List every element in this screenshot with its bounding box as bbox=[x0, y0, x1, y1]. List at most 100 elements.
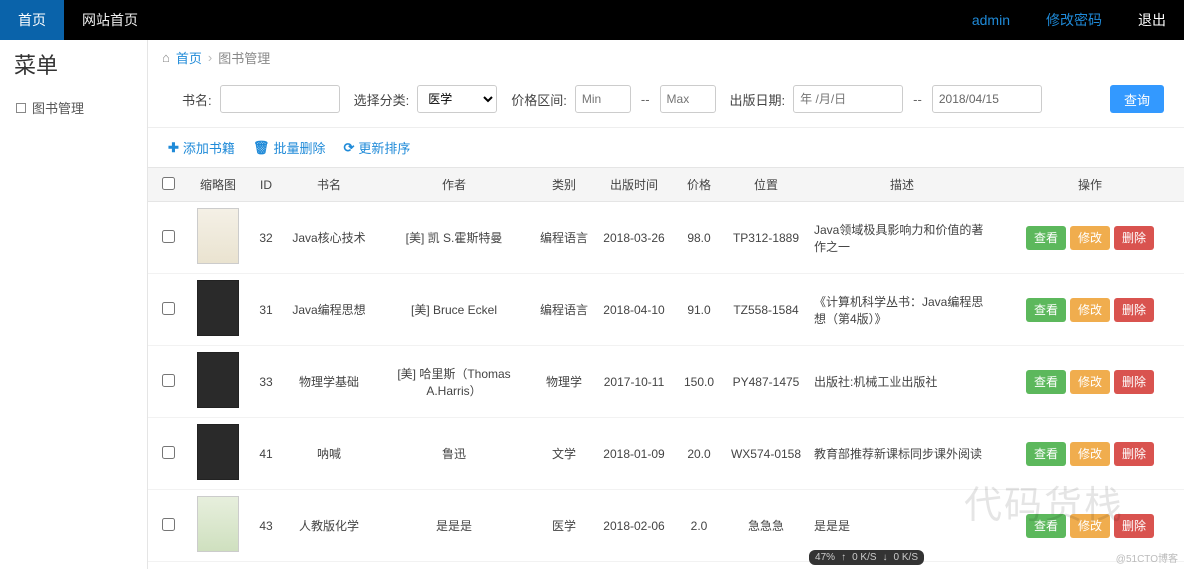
input-date-from[interactable] bbox=[793, 85, 903, 113]
row-checkbox[interactable] bbox=[162, 518, 175, 531]
breadcrumb-current: 图书管理 bbox=[218, 48, 270, 67]
table-row: 32Java核心技术[美] 凯 S.霍斯特曼编程语言2018-03-2698.0… bbox=[148, 202, 1184, 274]
nav-username[interactable]: admin bbox=[954, 0, 1028, 40]
row-checkbox[interactable] bbox=[162, 374, 175, 387]
input-bookname[interactable] bbox=[220, 85, 340, 113]
cell-price: 91.0 bbox=[674, 274, 724, 346]
cell-desc: 出版社:机械工业出版社 bbox=[808, 346, 996, 418]
thumbnail bbox=[197, 424, 239, 480]
footer-mark: @51CTO博客 bbox=[1116, 550, 1178, 565]
col-name: 书名 bbox=[284, 168, 374, 202]
cell-desc: 《计算机科学丛书：Java编程思想（第4版）》 bbox=[808, 274, 996, 346]
nav-site-home[interactable]: 网站首页 bbox=[64, 0, 156, 40]
network-badge: 47%↑0 K/S↓0 K/S bbox=[809, 550, 924, 565]
top-nav: 首页 网站首页 admin 修改密码 退出 bbox=[0, 0, 1184, 40]
sidebar: 菜单 图书管理 bbox=[0, 40, 148, 569]
cell-category: 医学 bbox=[534, 490, 594, 562]
cell-author: 是是是 bbox=[374, 490, 534, 562]
breadcrumb-home[interactable]: 首页 bbox=[176, 48, 202, 67]
cell-name: Java编程思想 bbox=[284, 274, 374, 346]
sidebar-item-books[interactable]: 图书管理 bbox=[0, 90, 147, 125]
col-desc: 描述 bbox=[808, 168, 996, 202]
books-table: 缩略图 ID 书名 作者 类别 出版时间 价格 位置 描述 操作 32Java核… bbox=[148, 167, 1184, 562]
cell-price: 98.0 bbox=[674, 202, 724, 274]
label-category: 选择分类: bbox=[354, 90, 410, 109]
cell-pubdate: 2018-02-06 bbox=[594, 490, 674, 562]
view-button[interactable]: 查看 bbox=[1026, 370, 1066, 394]
filter-bar: 书名: 选择分类: 医学 价格区间: -- 出版日期: -- 查询 bbox=[148, 75, 1184, 128]
cell-location: TP312-1889 bbox=[724, 202, 808, 274]
cell-location: PY487-1475 bbox=[724, 346, 808, 418]
cell-id: 33 bbox=[248, 346, 284, 418]
select-all-checkbox[interactable] bbox=[162, 177, 175, 190]
cell-pubdate: 2018-04-10 bbox=[594, 274, 674, 346]
edit-button[interactable]: 修改 bbox=[1070, 514, 1110, 538]
cell-id: 41 bbox=[248, 418, 284, 490]
square-icon bbox=[16, 103, 26, 113]
delete-button[interactable]: 删除 bbox=[1114, 370, 1154, 394]
action-bar: ✚添加书籍 🗑批量删除 ⟳更新排序 bbox=[148, 128, 1184, 167]
view-button[interactable]: 查看 bbox=[1026, 226, 1066, 250]
nav-home[interactable]: 首页 bbox=[0, 0, 64, 40]
select-category[interactable]: 医学 bbox=[417, 85, 497, 113]
row-checkbox[interactable] bbox=[162, 446, 175, 459]
delete-button[interactable]: 删除 bbox=[1114, 226, 1154, 250]
col-category: 类别 bbox=[534, 168, 594, 202]
add-book-link[interactable]: ✚添加书籍 bbox=[168, 138, 235, 157]
sidebar-title: 菜单 bbox=[0, 40, 147, 90]
input-price-max[interactable] bbox=[660, 85, 716, 113]
table-header-row: 缩略图 ID 书名 作者 类别 出版时间 价格 位置 描述 操作 bbox=[148, 168, 1184, 202]
col-id: ID bbox=[248, 168, 284, 202]
col-author: 作者 bbox=[374, 168, 534, 202]
plus-icon: ✚ bbox=[168, 140, 179, 156]
cell-price: 20.0 bbox=[674, 418, 724, 490]
input-date-to[interactable] bbox=[932, 85, 1042, 113]
edit-button[interactable]: 修改 bbox=[1070, 226, 1110, 250]
home-icon: ⌂ bbox=[162, 50, 170, 65]
search-button[interactable]: 查询 bbox=[1110, 85, 1164, 113]
thumbnail bbox=[197, 280, 239, 336]
edit-button[interactable]: 修改 bbox=[1070, 298, 1110, 322]
cell-name: 物理学基础 bbox=[284, 346, 374, 418]
breadcrumb-sep: › bbox=[208, 50, 212, 65]
delete-button[interactable]: 删除 bbox=[1114, 514, 1154, 538]
delete-button[interactable]: 删除 bbox=[1114, 298, 1154, 322]
batch-delete-link[interactable]: 🗑批量删除 bbox=[253, 138, 326, 157]
edit-button[interactable]: 修改 bbox=[1070, 442, 1110, 466]
trash-icon: 🗑 bbox=[253, 140, 270, 156]
cell-category: 编程语言 bbox=[534, 274, 594, 346]
label-bookname: 书名: bbox=[182, 90, 212, 109]
cell-name: 人教版化学 bbox=[284, 490, 374, 562]
row-checkbox[interactable] bbox=[162, 302, 175, 315]
delete-button[interactable]: 删除 bbox=[1114, 442, 1154, 466]
resort-link[interactable]: ⟳更新排序 bbox=[343, 138, 410, 157]
table-row: 31Java编程思想[美] Bruce Eckel编程语言2018-04-109… bbox=[148, 274, 1184, 346]
thumbnail bbox=[197, 208, 239, 264]
cell-pubdate: 2017-10-11 bbox=[594, 346, 674, 418]
row-checkbox[interactable] bbox=[162, 230, 175, 243]
cell-id: 31 bbox=[248, 274, 284, 346]
col-location: 位置 bbox=[724, 168, 808, 202]
cell-category: 编程语言 bbox=[534, 202, 594, 274]
view-button[interactable]: 查看 bbox=[1026, 514, 1066, 538]
date-sep: -- bbox=[911, 92, 924, 107]
table-row: 43人教版化学是是是医学2018-02-062.0急急急是是是查看修改删除 bbox=[148, 490, 1184, 562]
cell-desc: Java领域极具影响力和价值的著作之一 bbox=[808, 202, 996, 274]
cell-author: [美] 凯 S.霍斯特曼 bbox=[374, 202, 534, 274]
cell-location: TZ558-1584 bbox=[724, 274, 808, 346]
cell-pubdate: 2018-01-09 bbox=[594, 418, 674, 490]
sidebar-item-label: 图书管理 bbox=[32, 98, 84, 117]
nav-logout[interactable]: 退出 bbox=[1120, 0, 1184, 40]
table-row: 33物理学基础[美] 哈里斯（Thomas A.Harris）物理学2017-1… bbox=[148, 346, 1184, 418]
cell-pubdate: 2018-03-26 bbox=[594, 202, 674, 274]
view-button[interactable]: 查看 bbox=[1026, 298, 1066, 322]
input-price-min[interactable] bbox=[575, 85, 631, 113]
view-button[interactable]: 查看 bbox=[1026, 442, 1066, 466]
edit-button[interactable]: 修改 bbox=[1070, 370, 1110, 394]
cell-author: [美] Bruce Eckel bbox=[374, 274, 534, 346]
col-thumb: 缩略图 bbox=[188, 168, 248, 202]
nav-change-password[interactable]: 修改密码 bbox=[1028, 0, 1120, 40]
main-content: ⌂ 首页 › 图书管理 书名: 选择分类: 医学 价格区间: -- 出版日期: … bbox=[148, 40, 1184, 569]
range-sep: -- bbox=[639, 92, 652, 107]
cell-author: [美] 哈里斯（Thomas A.Harris） bbox=[374, 346, 534, 418]
